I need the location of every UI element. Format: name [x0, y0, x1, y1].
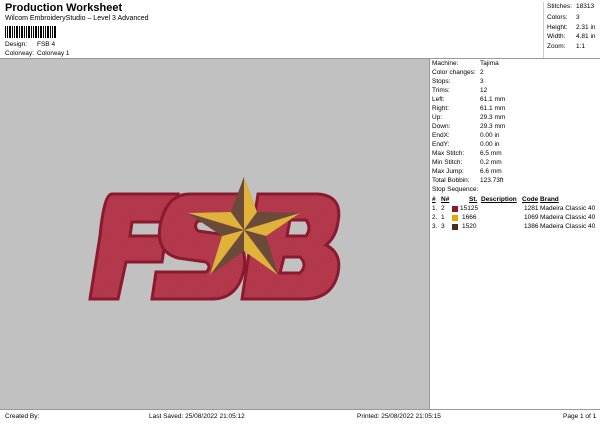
row-brand: Madeira Classic 40 — [540, 214, 596, 221]
row-code: 1281 — [524, 205, 539, 212]
row-index: 3. — [432, 223, 438, 230]
total-bobbin-value: 123.73ft — [480, 177, 504, 184]
colorway-value: Colorway 1 — [37, 50, 70, 57]
stops-label: Stops: — [432, 78, 451, 85]
height-label: Height: — [547, 24, 568, 31]
max-stitch-label: Max Stitch: — [432, 150, 465, 157]
color-swatch — [452, 206, 458, 212]
up-label: Up: — [432, 114, 443, 121]
endy-label: EndY: — [432, 141, 450, 148]
design-label: Design: — [5, 41, 28, 48]
down-value: 29.3 mm — [480, 123, 506, 130]
row-st: 15125 — [460, 205, 479, 212]
col-st: St. — [469, 196, 478, 203]
created-by: Created By: — [5, 413, 40, 420]
max-jump-label: Max Jump: — [432, 168, 464, 175]
row-index: 1. — [432, 205, 438, 212]
barcode — [5, 26, 56, 38]
software-name: Wilcom EmbroideryStudio – Level 3 Advanc… — [5, 15, 149, 22]
color-swatch — [452, 215, 458, 221]
machine-value: Tajima — [480, 60, 499, 67]
details-panel: Machine: Tajima Color changes: 2 Stops: … — [429, 58, 600, 410]
zoom-label: Zoom: — [547, 43, 566, 50]
stitches-value: 18313 — [576, 3, 595, 10]
row-n: 3 — [441, 223, 445, 230]
col-n: N# — [441, 196, 450, 203]
max-stitch-value: 6.5 mm — [480, 150, 502, 157]
row-n: 2 — [441, 205, 445, 212]
color-changes-value: 2 — [480, 69, 484, 76]
row-st: 1520 — [462, 223, 477, 230]
col-description: Description — [481, 196, 517, 203]
min-stitch-value: 0.2 mm — [480, 159, 502, 166]
down-label: Down: — [432, 123, 451, 130]
endx-value: 0.00 in — [480, 132, 500, 139]
color-changes-label: Color changes: — [432, 69, 476, 76]
colors-value: 3 — [576, 14, 580, 21]
printed-date: Printed: 25/08/2022 21:05:15 — [357, 413, 441, 420]
up-value: 29.3 mm — [480, 114, 506, 121]
row-code: 1069 — [524, 214, 539, 221]
row-code: 1386 — [524, 223, 539, 230]
endx-label: EndX: — [432, 132, 450, 139]
design-preview — [0, 58, 429, 410]
row-brand: Madeira Classic 40 — [540, 223, 596, 230]
fsb-star-logo — [88, 177, 341, 301]
max-jump-value: 6.6 mm — [480, 168, 502, 175]
machine-label: Machine: — [432, 60, 459, 67]
colors-label: Colors: — [547, 14, 568, 21]
left-value: 61.1 mm — [480, 96, 506, 103]
colorway-label: Colorway: — [5, 50, 34, 57]
col-code: Code — [522, 196, 539, 203]
col-brand: Brand — [540, 196, 559, 203]
endy-value: 0.00 in — [480, 141, 500, 148]
row-brand: Madeira Classic 40 — [540, 205, 596, 212]
right-value: 61.1 mm — [480, 105, 506, 112]
color-swatch — [452, 224, 458, 230]
page-number: Page 1 of 1 — [563, 413, 597, 420]
right-label: Right: — [432, 105, 449, 112]
col-hash: # — [432, 196, 436, 203]
stop-sequence-label: Stop Sequence: — [432, 186, 479, 193]
design-value: FSB 4 — [37, 41, 56, 48]
width-value: 4.81 in — [576, 33, 596, 40]
footer: Created By: Last Saved: 25/08/2022 21:05… — [0, 409, 600, 425]
worksheet-title: Production Worksheet — [5, 2, 123, 14]
stops-value: 3 — [480, 78, 484, 85]
min-stitch-label: Min Stitch: — [432, 159, 463, 166]
trims-value: 12 — [480, 87, 488, 94]
row-n: 1 — [441, 214, 445, 221]
stitches-label: Stitches: — [547, 3, 572, 10]
summary-panel: Stitches: 18313 Colors: 3 Height: 2.31 i… — [543, 2, 600, 58]
trims-label: Trims: — [432, 87, 450, 94]
row-st: 1666 — [462, 214, 477, 221]
left-label: Left: — [432, 96, 445, 103]
row-index: 2. — [432, 214, 438, 221]
zoom-value: 1:1 — [576, 43, 586, 50]
width-label: Width: — [547, 33, 566, 40]
last-saved: Last Saved: 25/08/2022 21:05:12 — [149, 413, 245, 420]
height-value: 2.31 in — [576, 24, 596, 31]
total-bobbin-label: Total Bobbin: — [432, 177, 470, 184]
